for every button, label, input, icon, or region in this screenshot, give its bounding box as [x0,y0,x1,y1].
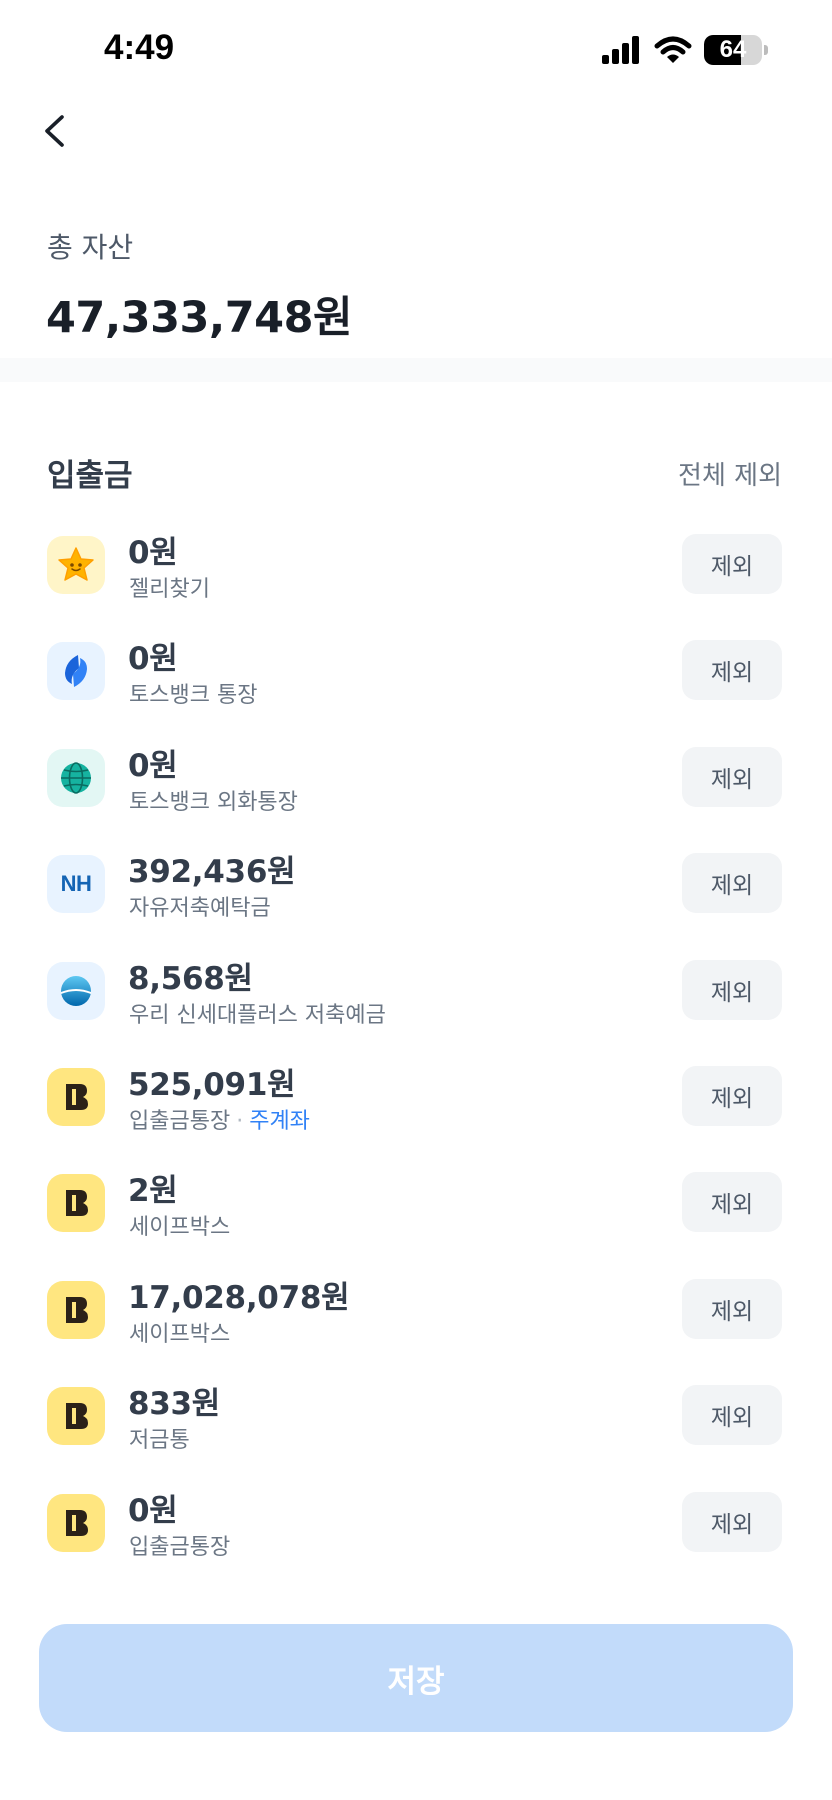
exclude-all-button[interactable]: 전체 제외 [678,455,782,492]
account-name: 세이프박스 [129,1316,230,1348]
cellular-signal-icon [602,36,639,64]
kakao-bank-icon [47,1493,105,1552]
kakao-bank-icon [47,1387,105,1446]
battery-level-text: 64 [719,36,747,63]
nh-bank-icon: NH [47,855,105,914]
account-amount: 0원 [128,535,178,571]
account-name-text: 세이프박스 [129,1215,231,1241]
account-amount: 0원 [128,747,178,784]
exclude-button[interactable]: 제외 [682,1385,782,1446]
account-row: 17,028,078원 세이프박스 제외 [0,1255,832,1361]
account-amount: 0원 [128,1492,178,1529]
account-name-text: 세이프박스 [129,1321,231,1347]
kakao-bank-icon [47,1067,105,1126]
nh-bank-logo-text: NH [60,871,92,897]
account-row: 0원 젤리찾기 제외 [0,510,832,616]
kakao-bank-icon [47,1280,105,1339]
account-row: NH 392,436원 자유저축예탁금 제외 [0,829,832,935]
account-row: 525,091원 입출금통장 · 주계좌 제외 [0,1042,832,1148]
total-assets-value: 47,333,748원 [46,293,353,343]
star-jelly-icon [47,536,105,594]
section-title: 입출금 [47,458,133,494]
account-row: 0원 토스뱅크 통장 제외 [0,616,832,722]
account-name: 저금통 [129,1422,190,1454]
account-name: 토스뱅크 외화통장 [129,784,298,816]
account-name-text: 토스뱅크 외화통장 [129,789,298,815]
account-amount: 833원 [128,1386,221,1423]
woori-bank-icon [47,961,105,1020]
exclude-button[interactable]: 제외 [682,640,782,701]
exclude-button[interactable]: 제외 [682,1065,782,1126]
account-name-text: 저금통 [129,1428,190,1454]
account-list: 0원 젤리찾기 제외 0원 토스뱅크 통장 제외 0원 토스뱅크 외화통장 제외… [0,510,832,1574]
bottom-fade [0,1560,832,1620]
account-name-text: 입출금통장 [129,1108,231,1134]
account-amount: 8,568원 [128,960,253,997]
account-name: 세이프박스 [129,1209,230,1241]
account-name: 입출금통장 · 주계좌 [129,1103,310,1135]
status-bar: 4:49 64 [0,0,832,100]
account-amount: 392,436원 [128,854,296,891]
exclude-button[interactable]: 제외 [682,853,782,914]
account-row: 0원 입출금통장 제외 [0,1468,832,1574]
exclude-button[interactable]: 제외 [682,746,782,807]
battery-cap [764,45,768,55]
account-name-text: 우리 신세대플러스 저축예금 [129,1002,386,1028]
section-divider [0,358,832,382]
account-name-text: 입출금통장 [129,1534,231,1560]
globe-icon [47,748,105,807]
battery-icon: 64 [704,35,762,65]
account-row: 833원 저금통 제외 [0,1361,832,1467]
account-row: 0원 토스뱅크 외화통장 제외 [0,723,832,829]
save-button[interactable]: 저장 [39,1624,793,1732]
main-account-tag: 주계좌 [249,1108,310,1134]
account-name: 우리 신세대플러스 저축예금 [129,997,386,1029]
back-button[interactable] [36,106,80,156]
account-name-text: 자유저축예탁금 [129,896,271,922]
exclude-button[interactable]: 제외 [682,1172,782,1233]
account-name: 토스뱅크 통장 [129,677,257,709]
account-amount: 525,091원 [128,1066,296,1103]
account-amount: 17,028,078원 [128,1279,350,1316]
kakao-bank-icon [47,1174,105,1233]
account-name: 젤리찾기 [129,571,210,603]
total-assets-label: 총 자산 [47,231,134,264]
exclude-button[interactable]: 제외 [682,959,782,1020]
account-name: 입출금통장 [129,1529,230,1561]
separator-dot: · [236,1108,244,1134]
status-icons: 64 [602,30,768,70]
status-time: 4:49 [104,28,175,67]
exclude-button[interactable]: 제외 [682,1491,782,1552]
wifi-icon [654,36,692,63]
account-name-text: 젤리찾기 [129,577,210,602]
account-amount: 0원 [128,641,178,678]
toss-bank-icon [47,642,105,701]
account-amount: 2원 [128,1173,178,1210]
chevron-left-icon [45,115,64,147]
account-name: 자유저축예탁금 [129,890,271,922]
account-name-text: 토스뱅크 통장 [129,683,258,709]
exclude-button[interactable]: 제외 [682,1278,782,1339]
screen: 4:49 64 총 자산 47,333,748원 입출금 전체 제외 0원 젤리… [0,0,832,1800]
exclude-button[interactable]: 제외 [682,534,782,594]
account-row: 2원 세이프박스 제외 [0,1148,832,1254]
account-row: 8,568원 우리 신세대플러스 저축예금 제외 [0,936,832,1042]
